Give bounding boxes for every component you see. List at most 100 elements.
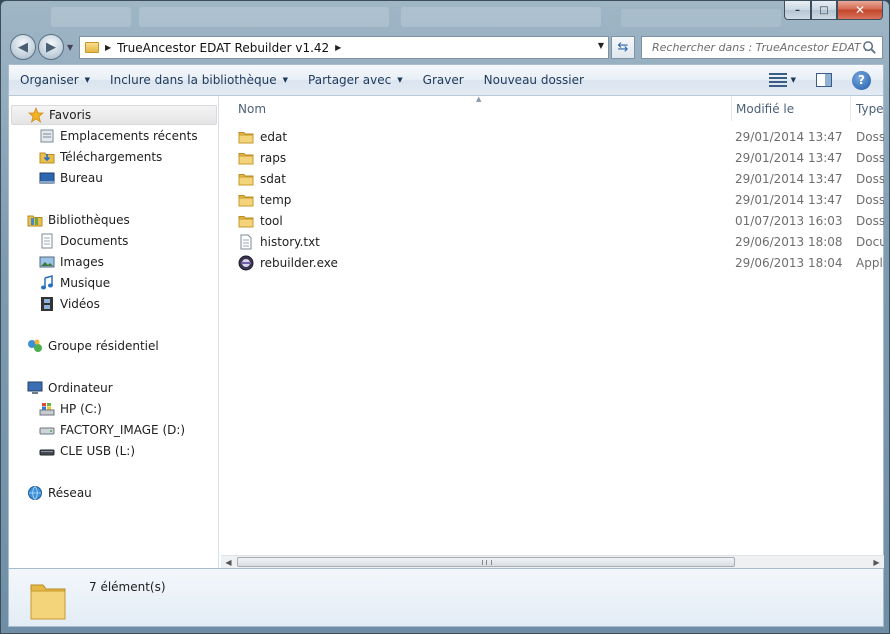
file-type: Dossie [856, 150, 884, 165]
address-history-dropdown[interactable]: ▼ [598, 41, 604, 50]
file-list[interactable]: Nom ▲ Modifié le Type edat 29/01/2014 13:… [220, 96, 884, 568]
file-name: raps [260, 150, 287, 165]
address-bar[interactable]: ▶ TrueAncestor EDAT Rebuilder v1.42 ▶ ▼ [79, 36, 609, 59]
file-name-cell: rebuilder.exe [238, 252, 338, 273]
file-modified: 29/06/2013 18:04 [735, 255, 843, 270]
videos-icon [41, 297, 53, 311]
sidebar-item-label: Réseau [48, 486, 92, 500]
chevron-down-icon[interactable]: ▼ [791, 76, 796, 84]
grip-icon [482, 560, 492, 565]
sidebar-item-label: Ordinateur [48, 381, 113, 395]
forward-button[interactable]: ▶ [38, 34, 64, 60]
chevron-down-icon: ▼ [282, 76, 289, 84]
sidebar-item-drive-d[interactable]: FACTORY_IMAGE (D:) [39, 420, 185, 440]
sidebar-item-drive-l[interactable]: CLE USB (L:) [39, 441, 135, 461]
horizontal-scrollbar[interactable]: ◀ ▶ [221, 555, 884, 568]
burn-button[interactable]: Graver [414, 68, 473, 92]
column-header-type[interactable]: Type [850, 96, 884, 121]
sidebar-item-libraries[interactable]: Bibliothèques [27, 210, 130, 230]
sidebar-item-favorites[interactable]: Favoris [11, 105, 217, 125]
column-header-label: Modifié le [736, 101, 795, 116]
breadcrumb-segment[interactable]: TrueAncestor EDAT Rebuilder v1.42 [117, 41, 329, 55]
file-name: edat [260, 129, 288, 144]
new-folder-button[interactable]: Nouveau dossier [475, 68, 593, 92]
file-name-cell: sdat [238, 168, 286, 189]
chevron-right-icon[interactable]: ▶ [335, 43, 341, 52]
item-count: 7 élément(s) [89, 580, 166, 594]
chevron-right-icon[interactable]: ▶ [105, 43, 111, 52]
include-in-library-button[interactable]: Inclure dans la bibliothèque ▼ [101, 68, 297, 92]
file-type: Dossie [856, 171, 884, 186]
refresh-button[interactable]: ⇆ [611, 36, 635, 59]
navigation-pane[interactable]: Favoris Emplacements récents Téléchargem… [9, 96, 219, 568]
text-file-icon [238, 234, 254, 250]
search-icon[interactable] [862, 40, 877, 55]
sidebar-item-label: Emplacements récents [60, 129, 198, 143]
file-name: history.txt [260, 234, 320, 249]
file-name-cell: temp [238, 189, 291, 210]
hard-drive-icon [39, 427, 55, 435]
file-row[interactable]: history.txt 29/06/2013 18:08 Docun [220, 231, 884, 252]
file-row[interactable]: sdat 29/01/2014 13:47 Dossie [220, 168, 884, 189]
recent-pages-dropdown[interactable]: ▼ [67, 43, 73, 52]
sidebar-item-computer[interactable]: Ordinateur [27, 378, 113, 398]
recent-places-icon [40, 129, 54, 143]
file-row[interactable]: tool 01/07/2013 16:03 Dossie [220, 210, 884, 231]
navigation-bar: ◀ ▶ ▼ ▶ TrueAncestor EDAT Rebuilder v1.4… [1, 31, 889, 63]
sidebar-item-desktop[interactable]: Bureau [39, 168, 103, 188]
file-row[interactable]: rebuilder.exe 29/06/2013 18:04 Applic [220, 252, 884, 273]
folder-icon [30, 584, 66, 620]
preview-pane-icon[interactable] [816, 73, 832, 87]
star-icon [28, 107, 44, 123]
folder-icon [238, 129, 254, 145]
sidebar-item-drive-c[interactable]: HP (C:) [39, 399, 102, 419]
scroll-right-button[interactable]: ▶ [869, 556, 884, 568]
sidebar-item-label: HP (C:) [60, 402, 102, 416]
help-icon[interactable]: ? [852, 70, 871, 90]
background-titlebar-blur [51, 7, 611, 27]
sidebar-item-music[interactable]: Musique [39, 273, 110, 293]
file-row[interactable]: temp 29/01/2014 13:47 Dossie [220, 189, 884, 210]
file-modified: 01/07/2013 16:03 [735, 213, 843, 228]
sidebar-item-label: Bibliothèques [48, 213, 130, 227]
sidebar-item-images[interactable]: Images [39, 252, 104, 272]
sidebar-item-label: Favoris [49, 108, 92, 122]
usb-drive-icon [39, 449, 55, 456]
sidebar-item-label: CLE USB (L:) [60, 444, 135, 458]
sidebar-item-documents[interactable]: Documents [39, 231, 128, 251]
title-bar[interactable]: – □ ✕ [1, 1, 889, 31]
sidebar-item-network[interactable]: Réseau [27, 483, 92, 503]
sidebar-item-homegroup[interactable]: Groupe résidentiel [27, 336, 159, 356]
view-list-icon[interactable] [768, 73, 787, 87]
file-row[interactable]: edat 29/01/2014 13:47 Dossie [220, 126, 884, 147]
file-name: tool [260, 213, 283, 228]
organize-button[interactable]: Organiser ▼ [11, 68, 99, 92]
column-header-name[interactable]: Nom [232, 96, 732, 121]
folder-icon [85, 42, 99, 53]
share-with-button[interactable]: Partager avec ▼ [299, 68, 412, 92]
file-row[interactable]: raps 29/01/2014 13:47 Dossie [220, 147, 884, 168]
scroll-left-button[interactable]: ◀ [221, 556, 236, 568]
file-type: Dossie [856, 213, 884, 228]
maximize-button[interactable]: □ [811, 1, 837, 20]
burn-label: Graver [422, 73, 464, 87]
arrow-left-icon: ◀ [18, 39, 28, 55]
images-icon [39, 256, 55, 268]
music-icon [41, 275, 53, 290]
scrollbar-thumb[interactable] [237, 557, 735, 567]
windows-drive-icon [39, 403, 55, 416]
organize-label: Organiser [20, 73, 79, 87]
sidebar-item-label: Vidéos [60, 297, 100, 311]
file-name: sdat [260, 171, 286, 186]
sidebar-item-videos[interactable]: Vidéos [39, 294, 100, 314]
close-button[interactable]: ✕ [837, 1, 883, 20]
file-modified: 29/01/2014 13:47 [735, 129, 843, 144]
refresh-icon: ⇆ [617, 40, 629, 55]
back-button[interactable]: ◀ [10, 34, 36, 60]
sidebar-item-recent-places[interactable]: Emplacements récents [39, 126, 198, 146]
sidebar-item-label: Documents [60, 234, 129, 248]
sidebar-item-downloads[interactable]: Téléchargements [39, 147, 162, 167]
search-input[interactable]: Rechercher dans : TrueAncestor EDAT ... [641, 36, 883, 59]
column-header-modified[interactable]: Modifié le [730, 96, 851, 121]
minimize-button[interactable]: – [784, 1, 811, 20]
